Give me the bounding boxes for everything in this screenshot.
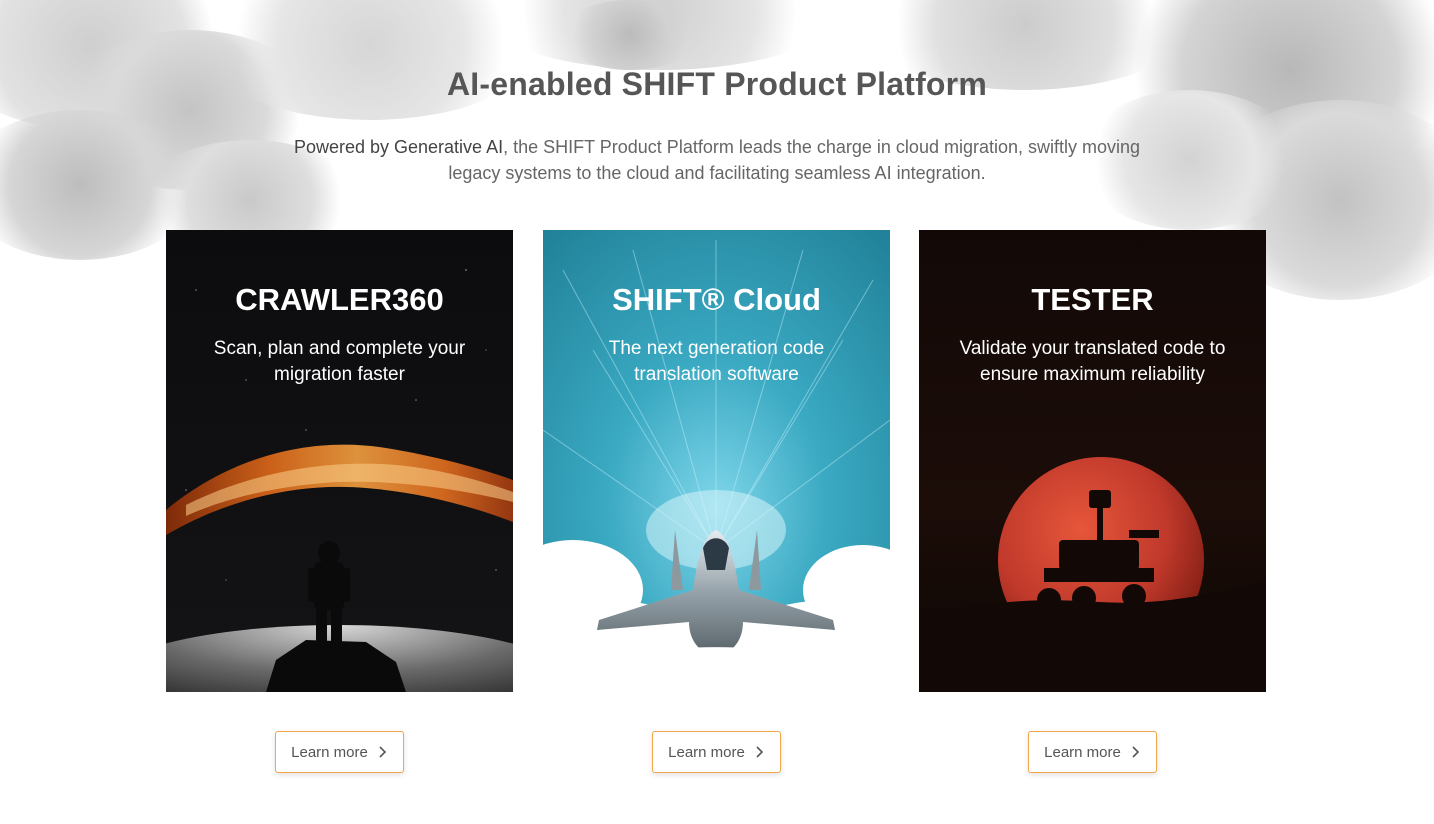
card-description-tester: Validate your translated code to ensure …: [959, 338, 1226, 385]
subtitle-emphasis: Powered by Generative AI: [293, 137, 504, 157]
card-title-shift-cloud: SHIFT® Cloud: [612, 282, 821, 317]
learn-more-button-shift-cloud[interactable]: Learn more: [652, 731, 781, 773]
card-title-tester: TESTER: [1031, 282, 1154, 317]
chevron-right-icon: [756, 746, 763, 758]
chevron-right-icon: [379, 746, 386, 758]
learn-more-button-tester[interactable]: Learn more: [1028, 731, 1157, 773]
learn-more-label: Learn more: [291, 743, 368, 761]
subtitle-text: , the SHIFT Product Platform leads the c…: [448, 137, 1141, 183]
chevron-right-icon: [1132, 746, 1139, 758]
learn-more-button-crawler360[interactable]: Learn more: [275, 731, 404, 773]
card-description-crawler360: Scan, plan and complete your migration f…: [213, 338, 466, 385]
page-subtitle: Powered by Generative AI, the SHIFT Prod…: [280, 134, 1154, 186]
card-description-shift-cloud: The next generation code translation sof…: [608, 338, 825, 385]
page-title: AI-enabled SHIFT Product Platform: [447, 66, 987, 102]
card-title-crawler360: CRAWLER360: [235, 282, 444, 317]
learn-more-label: Learn more: [1044, 743, 1121, 761]
learn-more-label: Learn more: [668, 743, 745, 761]
